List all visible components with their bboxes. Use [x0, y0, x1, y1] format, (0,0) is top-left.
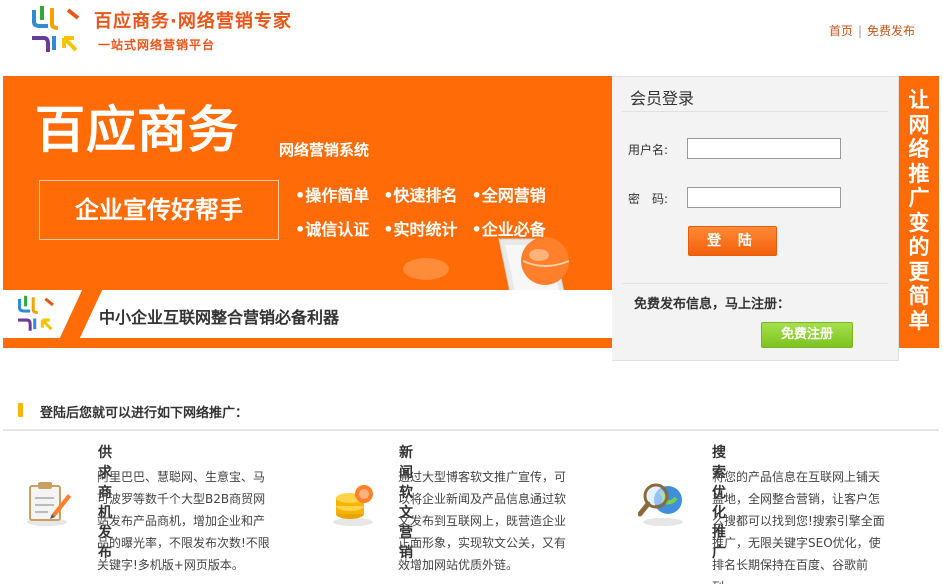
nav-home-link[interactable]: 首页	[829, 24, 853, 38]
banner-brand: 百应商务	[35, 101, 239, 159]
side-slogan-char: 的	[908, 235, 930, 259]
password-label: 密 码:	[628, 192, 669, 206]
clipboard-pen-icon	[27, 482, 71, 526]
side-slogan-char: 络	[908, 137, 930, 161]
nav-free-publish-link[interactable]: 免费发布	[867, 24, 915, 38]
side-slogan-char: 广	[908, 186, 930, 210]
feature-item: •操作简单	[295, 186, 370, 205]
side-slogan-char: 推	[908, 161, 930, 186]
side-slogan-char: 网	[908, 112, 930, 137]
column-description: 将您的产品信息在互联网上铺天盖地，全网整合营销，让客户怎么搜都可以找到您!搜索引…	[712, 470, 885, 584]
site-subtitle: 一站式网络营销平台	[98, 38, 216, 52]
side-slogan-char: 变	[908, 210, 930, 235]
section-divider	[3, 429, 939, 431]
column-description: 阿里巴巴、慧聪网、生意宝、马可波罗等数千个大型B2B商贸网站发布产品商机，增加企…	[97, 470, 270, 572]
logo-icon	[32, 6, 80, 52]
feature-item: •诚信认证	[295, 220, 370, 239]
username-input[interactable]	[687, 138, 841, 159]
top-nav: 首页 | 免费发布	[829, 22, 915, 39]
strip-logo-icon	[18, 295, 54, 331]
side-slogan-char: 简	[908, 284, 930, 308]
banner-system-label: 网络营销系统	[279, 141, 370, 159]
side-slogan-char: 让	[908, 88, 930, 112]
banner-bottom-bar	[3, 338, 613, 348]
site-title: 百应商务·网络营销专家	[94, 11, 292, 32]
side-slogan-char: 更	[908, 259, 930, 284]
register-prompt: 免费发布信息，马上注册：	[634, 297, 791, 312]
register-button[interactable]: 免费注册	[761, 322, 853, 348]
site-header: 百应商务·网络营销专家 一站式网络营销平台 首页 | 免费发布	[0, 0, 943, 76]
side-slogan-banner: 让 网 络 推 广 变 的 更 简 单	[899, 76, 939, 348]
login-divider	[622, 283, 888, 284]
side-slogan-char: 单	[908, 308, 930, 333]
column-description: 通过大型博客软文推广宣传，可以将企业新闻及产品信息通过软文发布到互联网上，既营造…	[398, 470, 567, 572]
login-button[interactable]: 登 陆	[688, 226, 777, 256]
feature-item: •快速排名	[383, 186, 458, 205]
coin-stack-icon	[333, 485, 373, 526]
section-heading-text: 登陆后您就可以进行如下网络推广：	[40, 406, 249, 421]
nav-separator: |	[857, 24, 862, 38]
decorative-swoosh	[403, 258, 449, 280]
section-heading: 登陆后您就可以进行如下网络推广：	[18, 402, 248, 421]
login-divider	[622, 111, 888, 112]
password-input[interactable]	[687, 187, 841, 208]
strip-tagline: 中小企业互联网整合营销必备利器	[99, 308, 340, 327]
promo-banner: 百应商务 网络营销系统 企业宣传好帮手 •操作简单 •快速排名 •全网营销 •诚信认…	[3, 76, 613, 348]
login-title: 会员登录	[630, 89, 695, 108]
feature-item: •实时统计	[383, 220, 458, 239]
strip-divider	[59, 290, 103, 338]
member-login-panel: 会员登录 用户名: 密 码: 登 陆 免费发布信息，马上注册： 免费注册	[612, 76, 899, 361]
feature-item: •全网营销	[471, 186, 546, 205]
banner-strip: 中小企业互联网整合营销必备利器	[3, 290, 613, 338]
username-label: 用户名:	[628, 143, 669, 157]
banner-slogan: 企业宣传好帮手	[39, 180, 279, 240]
magnifier-globe-icon	[638, 483, 683, 526]
